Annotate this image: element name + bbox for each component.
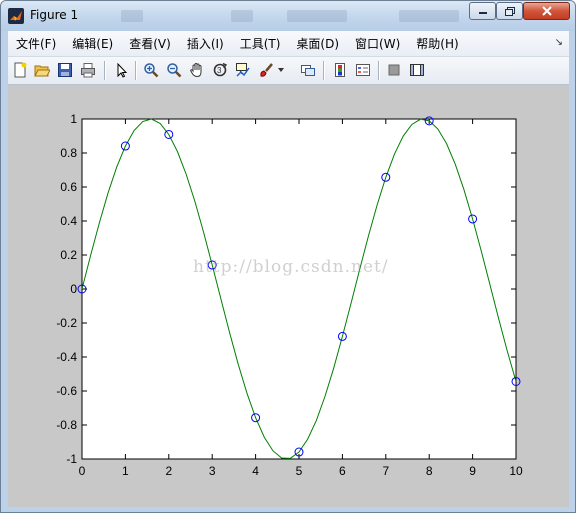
zoom-in-icon	[144, 63, 159, 78]
watermark-text: http://blog.csdn.net/	[193, 257, 389, 277]
y-tick-label: 0.6	[60, 180, 77, 194]
brush-dropdown-icon	[278, 68, 284, 72]
brush-button[interactable]	[256, 60, 276, 80]
svg-text:3: 3	[217, 66, 222, 75]
x-tick-label: 3	[209, 464, 216, 478]
hide-plot-tools-button[interactable]	[384, 60, 404, 80]
dock-arrow-icon[interactable]: ↘	[555, 37, 563, 48]
colorbar-icon	[335, 63, 345, 77]
y-tick-label: 1	[70, 112, 77, 126]
menu-desktop[interactable]: 桌面(D)	[288, 35, 347, 52]
toolbar-separator	[323, 61, 325, 80]
print-icon	[81, 63, 95, 78]
y-tick-label: -0.4	[56, 350, 77, 364]
background-ghost	[287, 10, 347, 22]
x-tick-label: 2	[165, 464, 172, 478]
toolbar-separator	[135, 61, 137, 80]
save-icon	[58, 63, 72, 77]
plot-area[interactable]: 0 1 2 3 4 5 6 7 8 9 10 -1 -0.8 -0.6 -0.4 -0.2 0 0.2 0.4 0.6…	[8, 85, 569, 507]
figure-canvas: 0 1 2 3 4 5 6 7 8 9 10 -1 -0.8 -0.6 -0.4 -0.2 0 0.2 0.4 0.6…	[8, 85, 569, 507]
x-tick-label: 5	[296, 464, 303, 478]
background-ghost	[399, 10, 459, 22]
y-tick-label: -1	[66, 452, 77, 466]
rotate-3d-icon: 3	[213, 62, 228, 77]
link-plot-button[interactable]	[298, 60, 318, 80]
link-plot-icon	[301, 65, 315, 76]
x-tick-label: 9	[469, 464, 476, 478]
minimize-icon	[478, 12, 487, 14]
show-plot-tools-icon	[410, 64, 424, 76]
data-cursor-icon	[236, 63, 250, 77]
pan-button[interactable]	[187, 60, 207, 80]
figure-window: Figure 1 文件(F) 编辑(E) 查看(V) 插入(I) 工具(T) 桌…	[0, 0, 576, 513]
colorbar-button[interactable]	[330, 60, 350, 80]
new-figure-button[interactable]	[10, 60, 30, 80]
y-tick-label: -0.8	[56, 418, 77, 432]
x-tick-label: 7	[382, 464, 389, 478]
pan-hand-icon	[190, 62, 202, 78]
y-tick-label: 0.2	[60, 248, 77, 262]
open-file-icon	[34, 65, 50, 77]
toolbar-separator	[104, 61, 106, 80]
new-figure-icon	[14, 62, 27, 78]
window-title: Figure 1	[30, 8, 79, 22]
legend-icon	[356, 64, 370, 76]
title-bar[interactable]: Figure 1	[1, 1, 575, 31]
open-file-button[interactable]	[32, 60, 52, 80]
menu-window[interactable]: 窗口(W)	[347, 35, 408, 52]
y-tick-label: -0.6	[56, 384, 77, 398]
x-tick-label: 10	[509, 464, 523, 478]
legend-button[interactable]	[353, 60, 373, 80]
x-tick-label: 1	[122, 464, 129, 478]
x-tick-label: 0	[79, 464, 86, 478]
background-ghost	[121, 10, 143, 22]
show-plot-tools-button[interactable]	[407, 60, 427, 80]
save-button[interactable]	[55, 60, 75, 80]
x-tick-label: 6	[339, 464, 346, 478]
select-button[interactable]	[111, 60, 131, 80]
menu-bar: 文件(F) 编辑(E) 查看(V) 插入(I) 工具(T) 桌面(D) 窗口(W…	[8, 31, 569, 57]
y-tick-label: 0	[70, 282, 77, 296]
matlab-logo-icon	[8, 8, 24, 24]
x-tick-label: 8	[426, 464, 433, 478]
zoom-out-button[interactable]	[164, 60, 184, 80]
data-cursor-button[interactable]	[233, 60, 253, 80]
y-tick-label: 0.8	[60, 146, 77, 160]
y-tick-label: -0.2	[56, 316, 77, 330]
zoom-out-icon	[167, 63, 182, 78]
brush-dropdown-button[interactable]	[276, 60, 286, 80]
brush-icon	[260, 63, 273, 77]
close-button[interactable]	[523, 2, 570, 20]
axes-background	[81, 118, 517, 460]
menu-edit[interactable]: 编辑(E)	[64, 35, 121, 52]
x-tick-label: 4	[252, 464, 259, 478]
toolbar-separator	[378, 61, 380, 80]
restore-icon	[504, 6, 515, 16]
select-arrow-icon	[117, 62, 128, 78]
menu-view[interactable]: 查看(V)	[121, 35, 179, 52]
print-button[interactable]	[78, 60, 98, 80]
menu-file[interactable]: 文件(F)	[8, 35, 64, 52]
figure-toolbar: 3	[8, 57, 569, 85]
y-tick-label: 0.4	[60, 214, 77, 228]
hide-plot-tools-icon	[388, 64, 400, 76]
menu-insert[interactable]: 插入(I)	[179, 35, 232, 52]
zoom-in-button[interactable]	[141, 60, 161, 80]
maximize-button[interactable]	[496, 2, 523, 20]
menu-help[interactable]: 帮助(H)	[408, 35, 466, 52]
background-ghost	[231, 10, 253, 22]
minimize-button[interactable]	[469, 2, 496, 20]
rotate-3d-button[interactable]: 3	[210, 60, 230, 80]
menu-tools[interactable]: 工具(T)	[232, 35, 289, 52]
close-icon	[541, 6, 552, 16]
